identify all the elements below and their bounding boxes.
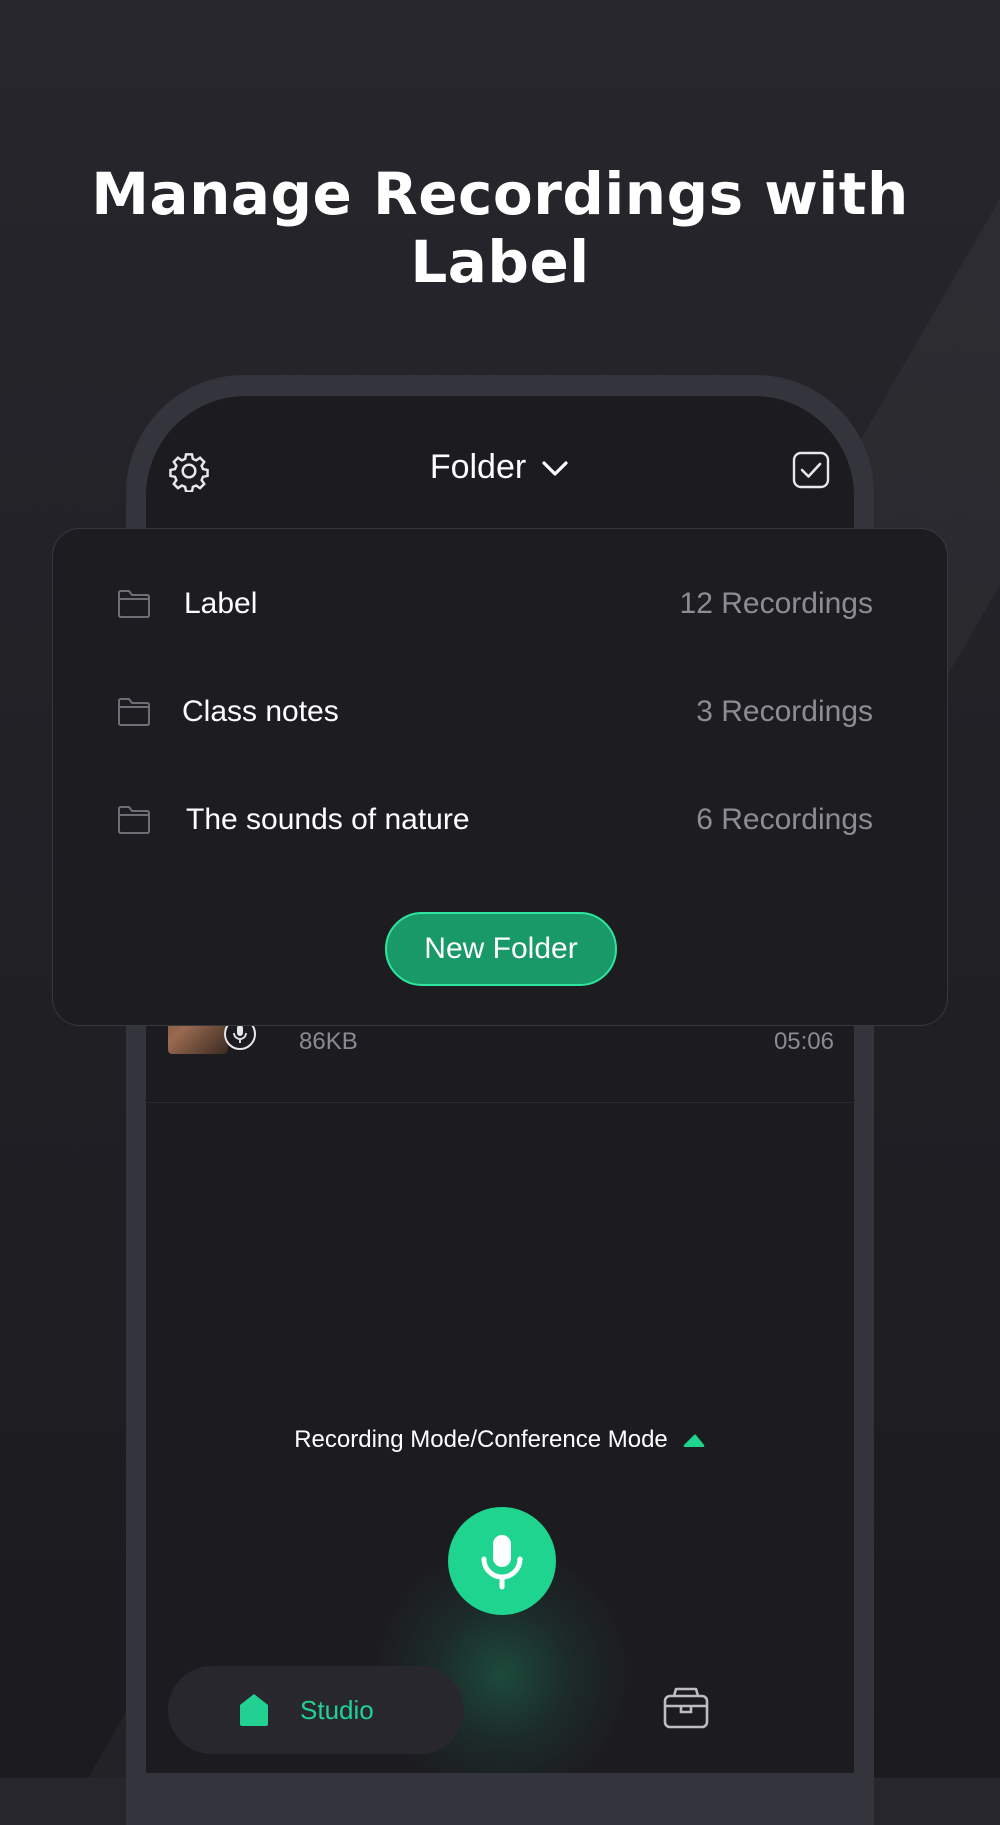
chevron-down-icon	[542, 461, 568, 476]
mode-label: Recording Mode/Conference Mode	[294, 1426, 668, 1453]
folder-dropdown-menu: Label 12 Recordings Class notes 3 Record…	[52, 528, 948, 1026]
recording-size: 86KB	[299, 1028, 358, 1055]
folder-item-class-notes[interactable]: Class notes 3 Recordings	[53, 681, 949, 741]
folder-name: Label	[184, 587, 258, 620]
checkbox-icon[interactable]	[792, 451, 830, 489]
folder-name: Class notes	[182, 695, 339, 728]
folder-icon	[118, 590, 150, 618]
new-folder-button[interactable]: New Folder	[385, 912, 617, 986]
folder-item-sounds-of-nature[interactable]: The sounds of nature 6 Recordings	[53, 789, 949, 849]
folder-count: 6 Recordings	[696, 803, 873, 836]
home-icon	[240, 1694, 268, 1726]
folder-icon	[118, 806, 150, 834]
tab-studio-label: Studio	[300, 1695, 374, 1725]
folder-item-label[interactable]: Label 12 Recordings	[53, 573, 949, 633]
tab-studio[interactable]: Studio	[168, 1666, 464, 1754]
folder-dropdown-label: Folder	[429, 448, 527, 486]
hero-title: Manage Recordings with Label	[91, 160, 909, 296]
folder-count: 12 Recordings	[679, 587, 873, 620]
folder-name: The sounds of nature	[186, 803, 470, 836]
toolbox-icon[interactable]	[662, 1686, 710, 1730]
bottom-nav: Studio	[146, 1656, 854, 1773]
folder-count: 3 Recordings	[696, 695, 873, 728]
folder-icon	[118, 698, 150, 726]
top-bar: Folder	[146, 396, 854, 526]
mic-icon	[481, 1535, 523, 1590]
record-button[interactable]	[448, 1507, 556, 1615]
folder-dropdown[interactable]: Folder	[146, 448, 854, 487]
mode-selector[interactable]: Recording Mode/Conference Mode	[146, 1426, 854, 1454]
recording-duration: 05:06	[773, 1028, 834, 1055]
triangle-up-icon	[683, 1434, 705, 1447]
